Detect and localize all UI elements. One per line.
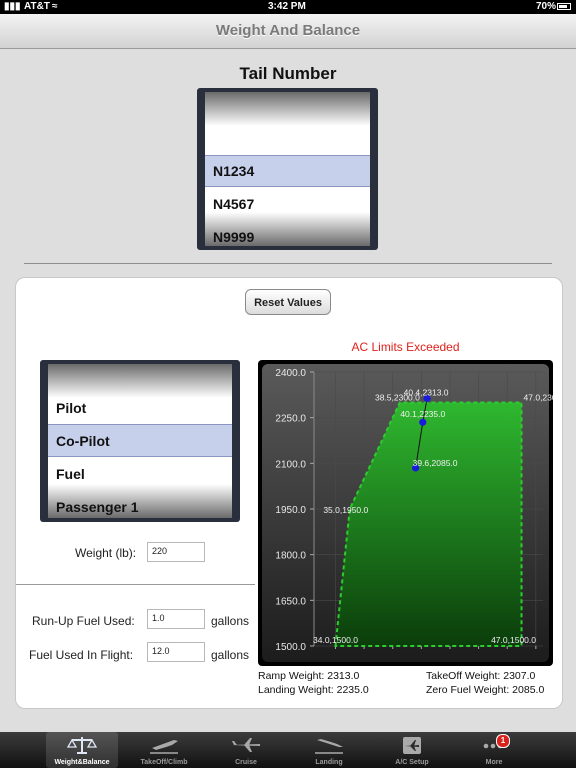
station-option[interactable]: Passenger 1: [56, 499, 139, 515]
takeoff-icon: [150, 740, 178, 754]
weight-input[interactable]: 220: [147, 542, 205, 562]
loading-point-label: 39.6,2085.0: [413, 458, 458, 468]
scale-icon: [66, 737, 98, 754]
y-tick-label: 2400.0: [275, 368, 306, 379]
weight-label: Weight (lb):: [75, 546, 137, 560]
y-tick-label: 2100.0: [275, 459, 306, 470]
clock-label: 3:42 PM: [268, 1, 306, 12]
battery-percent: 70%: [536, 1, 557, 12]
tab-cruise[interactable]: Cruise: [210, 732, 282, 768]
runup-fuel-label: Run-Up Fuel Used:: [32, 614, 135, 628]
station-picker[interactable]: Pilot Co-Pilot Fuel Passenger 1: [40, 360, 240, 522]
envelope-point-label: 47.0,1500.0: [491, 635, 536, 645]
inflight-fuel-label: Fuel Used In Flight:: [29, 648, 134, 662]
carrier-label: AT&T: [24, 1, 50, 12]
status-bar: ▮▮▮ AT&T ≈ 3:42 PM 70%: [0, 0, 576, 14]
y-tick-label: 1650.0: [275, 596, 306, 607]
tab-label: Landing: [315, 759, 343, 766]
landing-icon: [315, 739, 343, 754]
battery-icon: [557, 3, 571, 10]
cg-envelope-chart: 2400.0 2250.0 2100.0 1950.0 1800.0 1650.0 1500…: [258, 360, 569, 666]
y-tick-label: 1500.0: [275, 642, 306, 653]
tab-weight-balance[interactable]: Weight&Balance: [46, 732, 118, 768]
station-option[interactable]: Pilot: [56, 400, 86, 416]
tail-number-drum[interactable]: N1234 N4567 N9999: [205, 92, 370, 246]
tab-label: Cruise: [235, 759, 257, 766]
y-tick-label: 1800.0: [275, 551, 306, 562]
tail-number-option[interactable]: N9999: [213, 229, 254, 245]
ramp-weight: Ramp Weight: 2313.0: [258, 670, 360, 682]
tab-ac-setup[interactable]: A/C Setup: [376, 732, 448, 768]
more-dots-icon: [483, 743, 503, 749]
wifi-icon: ≈: [52, 1, 58, 12]
station-drum[interactable]: Pilot Co-Pilot Fuel Passenger 1: [48, 364, 232, 518]
envelope-point-label: 47.0,2300.0: [524, 392, 553, 402]
tab-label: TakeOff/Climb: [140, 759, 188, 766]
inflight-fuel-input[interactable]: 12.0: [147, 642, 205, 662]
limits-warning: AC Limits Exceeded: [351, 340, 460, 354]
tail-number-picker[interactable]: N1234 N4567 N9999: [197, 88, 378, 250]
envelope-point-label: 35.0,1950.0: [323, 505, 368, 515]
navigation-bar: Weight And Balance: [0, 14, 576, 49]
cg-envelope-svg: 2400.0 2250.0 2100.0 1950.0 1800.0 1650.0 1500…: [262, 364, 569, 662]
notification-badge: 1: [496, 734, 510, 748]
tab-more[interactable]: 1 More: [458, 732, 530, 768]
zero-fuel-weight: Zero Fuel Weight: 2085.0: [426, 684, 545, 696]
reset-values-button[interactable]: Reset Values: [245, 289, 331, 315]
loading-point-label: 40.4,2313.0: [404, 387, 449, 397]
signal-icon: ▮▮▮: [4, 1, 21, 12]
landing-weight: Landing Weight: 2235.0: [258, 684, 369, 696]
weight-balance-panel: Reset Values AC Limits Exceeded Pilot Co…: [15, 277, 569, 709]
tab-label: Weight&Balance: [54, 759, 110, 766]
tab-takeoff-climb[interactable]: TakeOff/Climb: [128, 732, 200, 768]
envelope-point-label: 34.0,1500.0: [313, 635, 358, 645]
section-divider: [24, 263, 552, 264]
inflight-fuel-unit: gallons: [211, 648, 250, 662]
tab-bar: Weight&Balance TakeOff/Climb Cruise Land…: [0, 732, 576, 768]
tail-number-option[interactable]: N1234: [213, 163, 254, 179]
tail-number-option[interactable]: N4567: [213, 196, 254, 212]
main-content: Tail Number N1234 N4567 N9999 Reset Valu…: [0, 49, 576, 732]
tab-landing[interactable]: Landing: [293, 732, 365, 768]
runup-fuel-input[interactable]: 1.0: [147, 609, 205, 629]
cruise-plane-icon: [232, 738, 260, 752]
tab-label: More: [485, 759, 503, 766]
station-option[interactable]: Co-Pilot: [56, 433, 110, 449]
station-option[interactable]: Fuel: [56, 466, 85, 482]
loading-point: [419, 418, 427, 426]
takeoff-weight: TakeOff Weight: 2307.0: [426, 670, 536, 682]
page-title: Weight And Balance: [215, 22, 361, 39]
aircraft-setup-icon: [403, 737, 421, 754]
tab-label: A/C Setup: [395, 759, 429, 766]
y-tick-label: 1950.0: [275, 505, 306, 516]
runup-fuel-unit: gallons: [211, 614, 250, 628]
y-tick-label: 2250.0: [275, 414, 306, 425]
tail-number-label: Tail Number: [239, 64, 337, 83]
loading-point-label: 40.1,2235.0: [400, 409, 445, 419]
form-divider: [16, 584, 255, 585]
